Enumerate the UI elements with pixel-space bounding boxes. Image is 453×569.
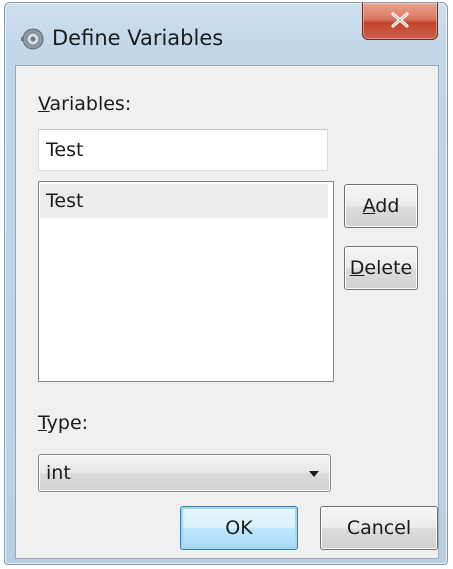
list-item[interactable]: Test	[40, 184, 328, 218]
variables-label: Variables:	[38, 93, 132, 115]
window-title: Define Variables	[52, 26, 224, 50]
close-icon	[391, 12, 409, 28]
add-button[interactable]: Add	[344, 184, 418, 228]
type-select-value: int	[46, 462, 71, 484]
type-label: Type:	[38, 412, 89, 434]
ok-button[interactable]: OK	[180, 506, 298, 550]
type-select[interactable]: int	[38, 454, 331, 492]
title-bar[interactable]: Define Variables	[5, 3, 447, 65]
variable-name-input[interactable]	[38, 129, 328, 171]
app-icon[interactable]	[21, 27, 45, 51]
cancel-button[interactable]: Cancel	[320, 506, 438, 550]
close-button[interactable]	[362, 3, 438, 40]
define-variables-dialog: Define Variables Variables: Test Add Del…	[4, 2, 448, 565]
dialog-client-area: Variables: Test Add Delete Type: int OK …	[15, 65, 439, 559]
chevron-down-icon	[309, 471, 319, 477]
delete-button[interactable]: Delete	[344, 246, 418, 290]
variables-list[interactable]: Test	[38, 181, 334, 382]
